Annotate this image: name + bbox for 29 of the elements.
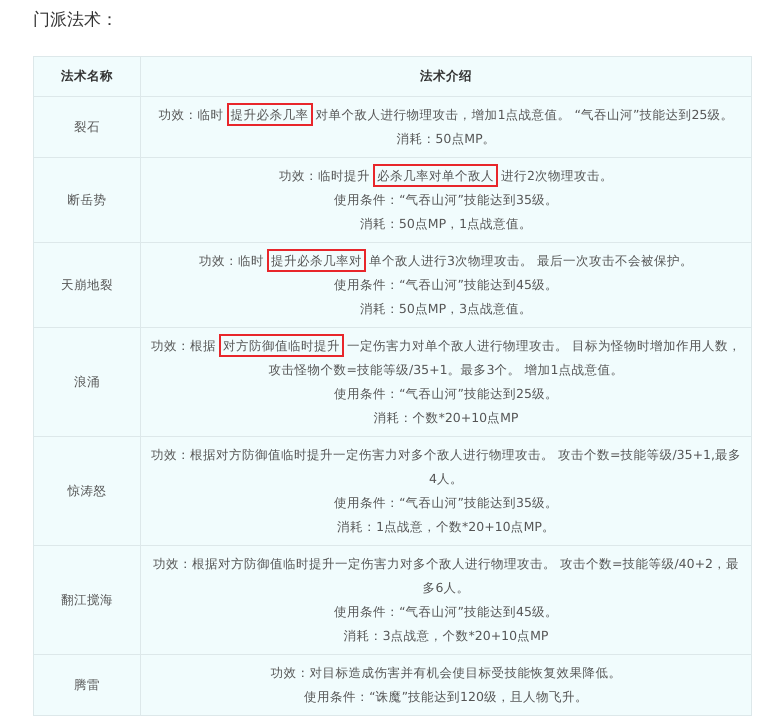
spell-name: 浪涌 bbox=[34, 328, 140, 436]
description-line: 消耗：1点战意，个数*20+10点MP。 bbox=[336, 518, 556, 536]
description-line: 功效：根据对方防御值临时提升一定伤害力对多个敌人进行物理攻击。 攻击个数=技能等级/40+2，最多6人。 bbox=[152, 555, 740, 597]
spell-name: 天崩地裂 bbox=[34, 242, 140, 328]
description-line: 功效：根据对方防御值临时提升一定伤害力对多个敌人进行物理攻击。 攻击个数=技能等级/35+1,最多4人。 bbox=[151, 446, 741, 488]
description-line: 功效：对目标造成伤害并有机会使目标受技能恢复效果降低。 bbox=[270, 664, 622, 682]
spell-name: 腾雷 bbox=[34, 654, 140, 716]
description-line: 使用条件：“气吞山河”技能达到35级。 bbox=[333, 494, 559, 512]
section-heading: 门派法术： bbox=[33, 9, 119, 32]
spell-name: 惊涛怒 bbox=[34, 436, 140, 546]
column-header: 法术介绍 bbox=[140, 56, 752, 96]
description-line: 功效：临时提升 必杀几率对单个敌人 进行2次物理攻击。 bbox=[151, 164, 741, 188]
description-line: 消耗：50点MP。 bbox=[395, 130, 497, 148]
column-header: 法术名称 bbox=[34, 56, 140, 96]
description-line: 使用条件：“气吞山河”技能达到45级。 bbox=[333, 276, 559, 294]
spell-name: 裂石 bbox=[34, 96, 140, 158]
description-line: 使用条件：“诛魔”技能达到120级，且人物飞升。 bbox=[303, 688, 589, 706]
description-line: 消耗：3点战意，个数*20+10点MP bbox=[342, 627, 550, 645]
spell-name: 翻江搅海 bbox=[34, 546, 140, 654]
description-line: 功效：临时 提升必杀几率对 单个敌人进行3次物理攻击。 最后一次攻击不会被保护。 bbox=[151, 249, 741, 273]
description-line: 消耗：50点MP，1点战意值。 bbox=[358, 215, 534, 233]
description-line: 消耗：50点MP，3点战意值。 bbox=[358, 300, 534, 318]
description-line: 使用条件：“气吞山河”技能达到25级。 bbox=[333, 385, 559, 403]
description-line: 功效：临时 提升必杀几率 对单个敌人进行物理攻击，增加1点战意值。 “气吞山河”技能达到25级。 bbox=[151, 103, 741, 127]
spell-name: 断岳势 bbox=[34, 158, 140, 242]
description-line: 使用条件：“气吞山河”技能达到35级。 bbox=[333, 191, 559, 209]
description-line: 消耗：个数*20+10点MP bbox=[372, 409, 520, 427]
description-line: 使用条件：“气吞山河”技能达到45级。 bbox=[333, 603, 559, 621]
description-line: 功效：根据 对方防御值临时提升 一定伤害力对单个敌人进行物理攻击。 目标为怪物时增加作用人数，攻击怪物个数=技能等级/35+1。最多3个。 增加1点战意值。 bbox=[151, 334, 741, 382]
